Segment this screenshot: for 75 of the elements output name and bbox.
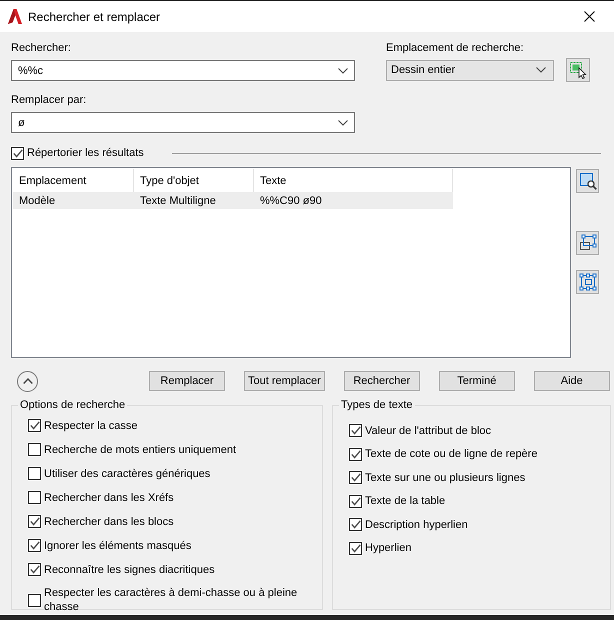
- group-title: Options de recherche: [19, 398, 126, 412]
- checkbox-label[interactable]: Hyperlien: [365, 541, 412, 555]
- checkmark-icon: [30, 565, 40, 574]
- checkbox-label[interactable]: Reconnaître les signes diacritiques: [44, 562, 215, 576]
- table-row[interactable]: Modèle Texte Multiligne %%C90 ø90: [13, 192, 453, 209]
- select-objects-button[interactable]: [566, 58, 590, 82]
- chevron-down-icon: [536, 67, 546, 73]
- find-combo-box[interactable]: %%c: [11, 60, 355, 81]
- grip-frame-icon: [578, 273, 596, 291]
- checkbox[interactable]: [349, 494, 362, 508]
- find-label: Rechercher:: [11, 41, 71, 55]
- checkbox-label[interactable]: Rechercher dans les Xréfs: [44, 490, 174, 504]
- results-list[interactable]: Emplacement Type d'objet Texte Modèle Texte Multiligne %%C90 ø90: [11, 167, 571, 358]
- checkbox-label[interactable]: Texte de la table: [365, 494, 446, 508]
- checkbox[interactable]: [349, 471, 362, 484]
- location-label: Emplacement de recherche:: [386, 41, 524, 55]
- table-cell-text: Modèle: [18, 194, 56, 208]
- find-button[interactable]: Rechercher: [344, 371, 420, 391]
- table-cell-text: %%C90 ø90: [259, 194, 323, 208]
- table-cell-text: Texte Multiligne: [139, 194, 217, 208]
- zoom-button[interactable]: [576, 169, 599, 193]
- checkmark-icon: [30, 421, 40, 430]
- checkbox[interactable]: [28, 467, 41, 480]
- checkbox-label[interactable]: Respecter les caractères à demi-chasse ou à pleine chasse: [44, 586, 314, 614]
- collapse-button[interactable]: [17, 370, 38, 392]
- checkbox[interactable]: [349, 424, 362, 437]
- chevron-down-icon: [338, 68, 348, 74]
- checkbox[interactable]: [28, 515, 41, 528]
- checkbox[interactable]: [28, 563, 41, 576]
- checkbox-label[interactable]: Valeur de l'attribut de bloc: [365, 424, 492, 438]
- app-logo-icon: [8, 9, 22, 24]
- checkbox-label[interactable]: Description hyperlien: [365, 518, 468, 532]
- checkbox[interactable]: [28, 443, 41, 456]
- chevron-up-icon: [22, 378, 32, 384]
- group-title: Types de texte: [340, 398, 414, 412]
- checkbox-label[interactable]: Rechercher dans les blocs: [44, 514, 174, 528]
- checkbox-label[interactable]: Utiliser des caractères génériques: [44, 466, 210, 480]
- replace-button[interactable]: Remplacer: [149, 371, 225, 391]
- checkbox[interactable]: [349, 448, 362, 460]
- checkbox[interactable]: [11, 146, 24, 160]
- checkmark-icon: [350, 544, 360, 552]
- checkbox[interactable]: [28, 594, 41, 606]
- checkmark-icon: [350, 426, 360, 435]
- checkmark-icon: [12, 148, 22, 158]
- checkbox-label[interactable]: Respecter la casse: [44, 418, 138, 432]
- checkbox-label[interactable]: Texte de cote ou de ligne de repère: [365, 447, 538, 461]
- checkmark-icon: [350, 473, 360, 482]
- close-icon[interactable]: [584, 11, 595, 22]
- checkbox[interactable]: [28, 419, 41, 432]
- checkmark-icon: [350, 496, 360, 506]
- checkmark-icon: [30, 517, 40, 526]
- checkbox-label[interactable]: Ignorer les éléments masqués: [44, 538, 192, 552]
- grip-frame-button[interactable]: [576, 270, 599, 294]
- window-magnifier-icon: [578, 172, 596, 190]
- checkmark-icon: [30, 541, 40, 550]
- help-button[interactable]: Aide: [534, 371, 610, 391]
- frame-button[interactable]: [576, 231, 599, 255]
- checkmark-icon: [350, 520, 360, 529]
- dashed-square-cursor-icon: [569, 61, 587, 79]
- replace-all-button[interactable]: Tout remplacer: [244, 371, 325, 391]
- checkbox[interactable]: [28, 491, 41, 504]
- checkmark-icon: [350, 450, 360, 458]
- window-title: Rechercher et remplacer: [28, 10, 160, 24]
- checkbox-label[interactable]: Répertorier les résultats: [27, 146, 144, 160]
- checkbox[interactable]: [349, 518, 362, 531]
- chevron-down-icon: [338, 120, 348, 126]
- location-dropdown[interactable]: Dessin entier: [386, 60, 554, 80]
- replace-label: Remplacer par:: [11, 93, 86, 107]
- checkbox-label[interactable]: Recherche de mots entiers uniquement: [44, 442, 236, 456]
- checkbox[interactable]: [349, 542, 362, 554]
- replace-combo-box[interactable]: ø: [11, 112, 355, 133]
- frame-icon: [578, 234, 596, 252]
- checkbox[interactable]: [28, 539, 41, 552]
- done-button[interactable]: Terminé: [438, 371, 515, 391]
- checkbox-label[interactable]: Texte sur une ou plusieurs lignes: [365, 470, 526, 484]
